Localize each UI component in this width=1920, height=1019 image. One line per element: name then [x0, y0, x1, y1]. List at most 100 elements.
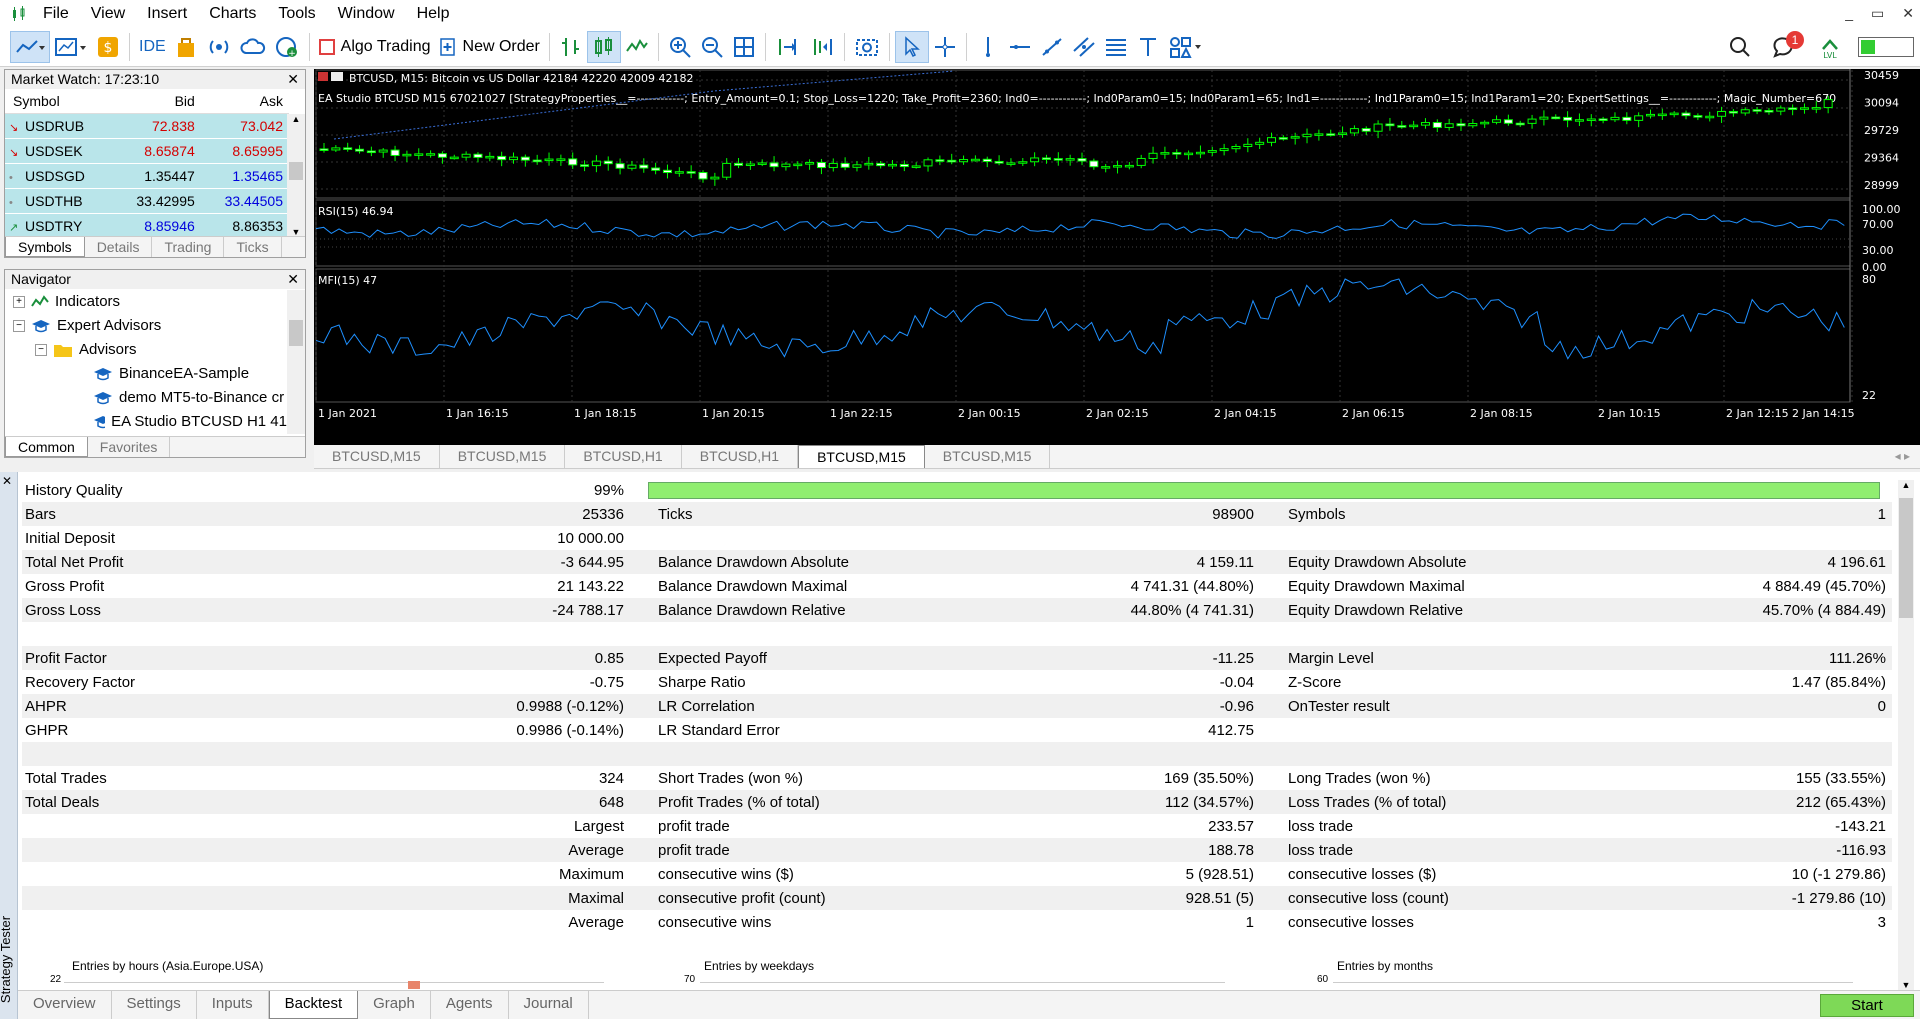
- chart-canvas[interactable]: 30459 30094 29729 29364 28999 BTCUSD, M15: Bi…: [314, 69, 1920, 445]
- tab-journal[interactable]: Journal: [509, 991, 589, 1019]
- close-icon[interactable]: ✕: [2, 474, 12, 488]
- tab-details[interactable]: Details: [85, 237, 153, 257]
- channel-icon[interactable]: [1068, 31, 1100, 63]
- vps-cloud-icon[interactable]: [236, 31, 270, 63]
- tab-favorites[interactable]: Favorites: [88, 437, 171, 457]
- horizontal-line-icon[interactable]: [1004, 31, 1036, 63]
- candle-body: [994, 160, 1004, 164]
- candlestick-icon[interactable]: [586, 30, 621, 63]
- text-tool-icon[interactable]: [1132, 31, 1164, 63]
- crosshair-icon[interactable]: [929, 31, 961, 63]
- chart-template-icon[interactable]: [50, 31, 92, 63]
- tab-overview[interactable]: Overview: [18, 991, 112, 1019]
- new-order-button[interactable]: New Order: [435, 31, 544, 63]
- table-row[interactable]: • USDTHB 33.42995 33.44505: [5, 188, 289, 214]
- tab-backtest[interactable]: Backtest: [268, 991, 359, 1019]
- result-cell: 98900: [1212, 505, 1254, 523]
- minimize-button[interactable]: _: [1845, 0, 1853, 27]
- auto-scroll-icon[interactable]: [771, 31, 805, 63]
- nav-item-indicators[interactable]: + Indicators: [5, 290, 287, 314]
- market-bag-icon[interactable]: [170, 31, 202, 63]
- close-window-button[interactable]: ✕: [1902, 0, 1914, 27]
- zoom-in-icon[interactable]: [664, 31, 696, 63]
- menu-file[interactable]: File: [32, 0, 80, 27]
- close-icon[interactable]: ✕: [287, 70, 299, 89]
- chart-type-line-icon[interactable]: [10, 30, 50, 63]
- messages-icon[interactable]: 1: [1768, 31, 1804, 63]
- level-icon[interactable]: LVL: [1814, 31, 1846, 63]
- cursor-icon[interactable]: [894, 30, 929, 63]
- tab-btcusd-m15[interactable]: BTCUSD,M15: [798, 445, 925, 468]
- tab-settings[interactable]: Settings: [112, 991, 197, 1019]
- result-cell: profit trade: [658, 841, 730, 859]
- nav-item-expert-advisors[interactable]: − Expert Advisors: [5, 314, 287, 338]
- tab-btcusd-h1[interactable]: BTCUSD,H1: [682, 445, 799, 468]
- candle-body: [1705, 115, 1715, 119]
- column-header-ask[interactable]: Ask: [200, 89, 289, 114]
- tile-windows-icon[interactable]: [728, 31, 760, 63]
- bar-chart-icon[interactable]: [555, 31, 587, 63]
- signals-icon[interactable]: [202, 31, 236, 63]
- tab-btcusd-m15[interactable]: BTCUSD,M15: [314, 445, 440, 468]
- result-row: Profit Factor 0.85 Expected Payoff -11.25 Ma…: [22, 646, 1892, 670]
- start-button[interactable]: Start: [1820, 994, 1914, 1017]
- vertical-line-icon[interactable]: [972, 31, 1004, 63]
- price-chart[interactable]: 30459 30094 29729 29364 28999 BTCUSD, M15: Bi…: [314, 69, 1920, 445]
- candle-body: [1740, 109, 1750, 114]
- nav-item-ea[interactable]: EA Studio BTCUSD H1 41: [5, 410, 287, 434]
- menu-window[interactable]: Window: [327, 0, 406, 27]
- results-scrollbar[interactable]: ▲ ▼: [1898, 480, 1914, 990]
- tab-ticks[interactable]: Ticks: [224, 237, 282, 257]
- table-row[interactable]: ↗ USDTRY 8.85946 8.86353: [5, 213, 289, 239]
- tab-btcusd-m15[interactable]: BTCUSD,M15: [925, 445, 1051, 468]
- shapes-icon[interactable]: [1164, 31, 1208, 63]
- chart-tabs-scroll-arrows[interactable]: ◂ ▸: [1885, 445, 1920, 468]
- restore-button[interactable]: ▭: [1871, 0, 1884, 27]
- tab-agents[interactable]: Agents: [431, 991, 509, 1019]
- candle-body: [710, 176, 720, 180]
- search-icon[interactable]: [1724, 31, 1756, 63]
- tab-inputs[interactable]: Inputs: [197, 991, 269, 1019]
- navigator-scrollbar[interactable]: [287, 290, 305, 434]
- rsi-axis-tick: 70.00: [1862, 218, 1894, 231]
- nav-item-ea[interactable]: BinanceEA-Sample: [5, 362, 287, 386]
- tab-btcusd-m15[interactable]: BTCUSD,M15: [440, 445, 566, 468]
- candle-body: [722, 162, 732, 178]
- menu-insert[interactable]: Insert: [136, 0, 198, 27]
- algo-trading-button[interactable]: Algo Trading: [315, 31, 435, 63]
- tab-graph[interactable]: Graph: [358, 991, 431, 1019]
- menu-view[interactable]: View: [80, 0, 136, 27]
- add-network-icon[interactable]: +: [270, 31, 304, 63]
- candle-body: [520, 156, 530, 161]
- result-cell: -1 279.86 (10): [1791, 889, 1886, 907]
- indicators-icon: [31, 295, 49, 307]
- close-icon[interactable]: ✕: [287, 270, 299, 289]
- tab-symbols[interactable]: Symbols: [5, 237, 85, 257]
- market-dollar-icon[interactable]: $: [92, 31, 124, 63]
- nav-item-ea[interactable]: demo MT5-to-Binance cr: [5, 386, 287, 410]
- menu-charts[interactable]: Charts: [198, 0, 267, 27]
- table-row[interactable]: ↘ USDSEK 8.65874 8.65995: [5, 138, 289, 164]
- screenshot-icon[interactable]: [850, 31, 884, 63]
- result-cell: Margin Level: [1288, 649, 1374, 667]
- hist-months-title: Entries by months: [1337, 959, 1434, 973]
- fibonacci-icon[interactable]: [1100, 31, 1132, 63]
- market-watch-scrollbar[interactable]: ▲ ▼: [287, 114, 305, 237]
- tab-trading[interactable]: Trading: [152, 237, 225, 257]
- column-header-bid[interactable]: Bid: [112, 89, 201, 114]
- tab-common[interactable]: Common: [5, 437, 88, 457]
- chart-shift-icon[interactable]: [805, 31, 839, 63]
- menu-help[interactable]: Help: [406, 0, 461, 27]
- line-chart-icon[interactable]: [621, 31, 653, 63]
- nav-item-advisors-folder[interactable]: − Advisors: [5, 338, 287, 362]
- column-header-symbol[interactable]: Symbol: [5, 89, 113, 114]
- trendline-icon[interactable]: [1036, 31, 1068, 63]
- menu-tools[interactable]: Tools: [267, 0, 326, 27]
- ide-button[interactable]: IDE: [135, 31, 170, 63]
- candle-body: [568, 158, 578, 166]
- result-cell: -0.75: [589, 673, 624, 691]
- table-row[interactable]: • USDSGD 1.35447 1.35465: [5, 163, 289, 189]
- tab-btcusd-h1[interactable]: BTCUSD,H1: [565, 445, 682, 468]
- table-row[interactable]: ↘ USDRUB 72.838 73.042: [5, 113, 289, 139]
- zoom-out-icon[interactable]: [696, 31, 728, 63]
